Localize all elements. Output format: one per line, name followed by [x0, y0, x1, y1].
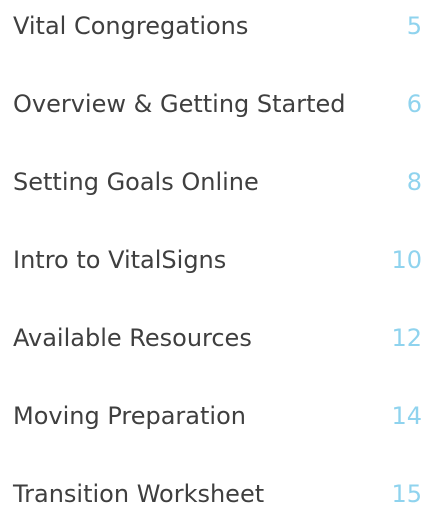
toc-entry-intro-to-vitalsigns[interactable]: Intro to VitalSigns 10 [0, 240, 426, 280]
toc-entry-available-resources[interactable]: Available Resources 12 [0, 318, 426, 358]
toc-entry-transition-worksheet[interactable]: Transition Worksheet 15 [0, 474, 426, 514]
toc-entry-title: Overview & Getting Started [13, 90, 346, 118]
toc-entry-page-number: 10 [391, 246, 422, 274]
toc-entry-moving-preparation[interactable]: Moving Preparation 14 [0, 396, 426, 436]
toc-entry-setting-goals-online[interactable]: Setting Goals Online 8 [0, 162, 426, 202]
toc-entry-title: Available Resources [13, 324, 252, 352]
toc-entry-title: Intro to VitalSigns [13, 246, 227, 274]
toc-entry-page-number: 5 [406, 12, 422, 40]
toc-entry-title: Transition Worksheet [13, 480, 265, 508]
toc-entry-vital-congregations[interactable]: Vital Congregations 5 [0, 6, 426, 46]
toc-entry-page-number: 12 [391, 324, 422, 352]
toc-entry-overview-getting-started[interactable]: Overview & Getting Started 6 [0, 84, 426, 124]
toc-entry-title: Moving Preparation [13, 402, 246, 430]
toc-entry-page-number: 8 [406, 168, 422, 196]
toc-entry-page-number: 15 [391, 480, 422, 508]
table-of-contents: Vital Congregations 5 Overview & Getting… [0, 0, 426, 527]
toc-entry-page-number: 14 [391, 402, 422, 430]
toc-entry-title: Vital Congregations [13, 12, 249, 40]
toc-entry-page-number: 6 [406, 90, 422, 118]
toc-entry-title: Setting Goals Online [13, 168, 259, 196]
